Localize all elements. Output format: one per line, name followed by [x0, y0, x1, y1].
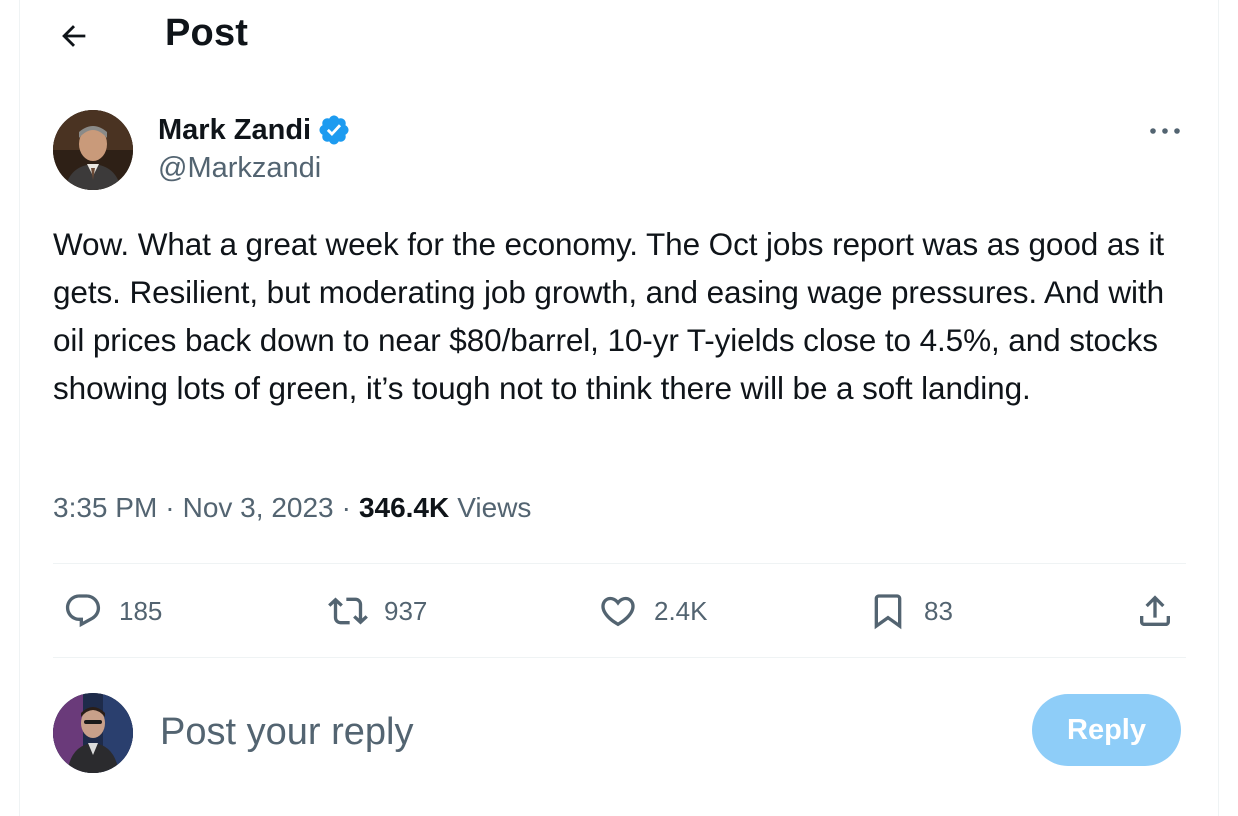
like-count: 2.4K — [654, 595, 708, 626]
share-icon — [1140, 595, 1170, 626]
action-bar: 185 937 2.4K 83 — [53, 588, 1186, 634]
author-handle[interactable]: @Markzandi — [158, 152, 321, 185]
verified-badge-icon — [317, 113, 351, 147]
like-action[interactable]: 2.4K — [598, 588, 708, 634]
reply-action[interactable]: 185 — [63, 588, 162, 634]
repost-icon — [328, 597, 368, 625]
views-count: 346.4K — [358, 492, 450, 523]
back-button[interactable] — [54, 16, 94, 56]
tweet-meta: 3:35 PM · Nov 3, 2023 · 346.4K Views — [53, 492, 531, 524]
author-name[interactable]: Mark Zandi — [158, 114, 311, 147]
bookmark-count: 83 — [924, 595, 953, 626]
more-horizontal-icon — [1150, 128, 1180, 134]
bookmark-action[interactable]: 83 — [868, 588, 953, 634]
tweet-text: Wow. What a great week for the economy. … — [53, 226, 1165, 406]
views-label: Views — [457, 492, 532, 523]
repost-action[interactable]: 937 — [328, 588, 427, 634]
reply-count: 185 — [119, 595, 163, 626]
page-title: Post — [165, 12, 249, 54]
reply-input[interactable] — [160, 700, 1000, 764]
divider — [53, 563, 1186, 564]
bookmark-icon — [874, 594, 902, 630]
repost-count: 937 — [384, 595, 428, 626]
reply-icon — [65, 594, 101, 628]
heart-icon — [601, 596, 635, 627]
meta-separator: · — [165, 492, 175, 523]
more-options-button[interactable] — [1142, 112, 1188, 150]
author-avatar[interactable] — [53, 110, 133, 190]
tweet-date[interactable]: Nov 3, 2023 — [183, 492, 334, 524]
arrow-left-icon — [62, 25, 86, 47]
tweet-time[interactable]: 3:35 PM — [53, 492, 157, 524]
reply-button[interactable]: Reply — [1032, 694, 1181, 766]
divider — [53, 657, 1186, 658]
share-action[interactable] — [1135, 588, 1175, 634]
meta-separator: · — [341, 492, 351, 523]
author-name-row: Mark Zandi — [158, 113, 351, 147]
user-avatar[interactable] — [53, 693, 133, 773]
